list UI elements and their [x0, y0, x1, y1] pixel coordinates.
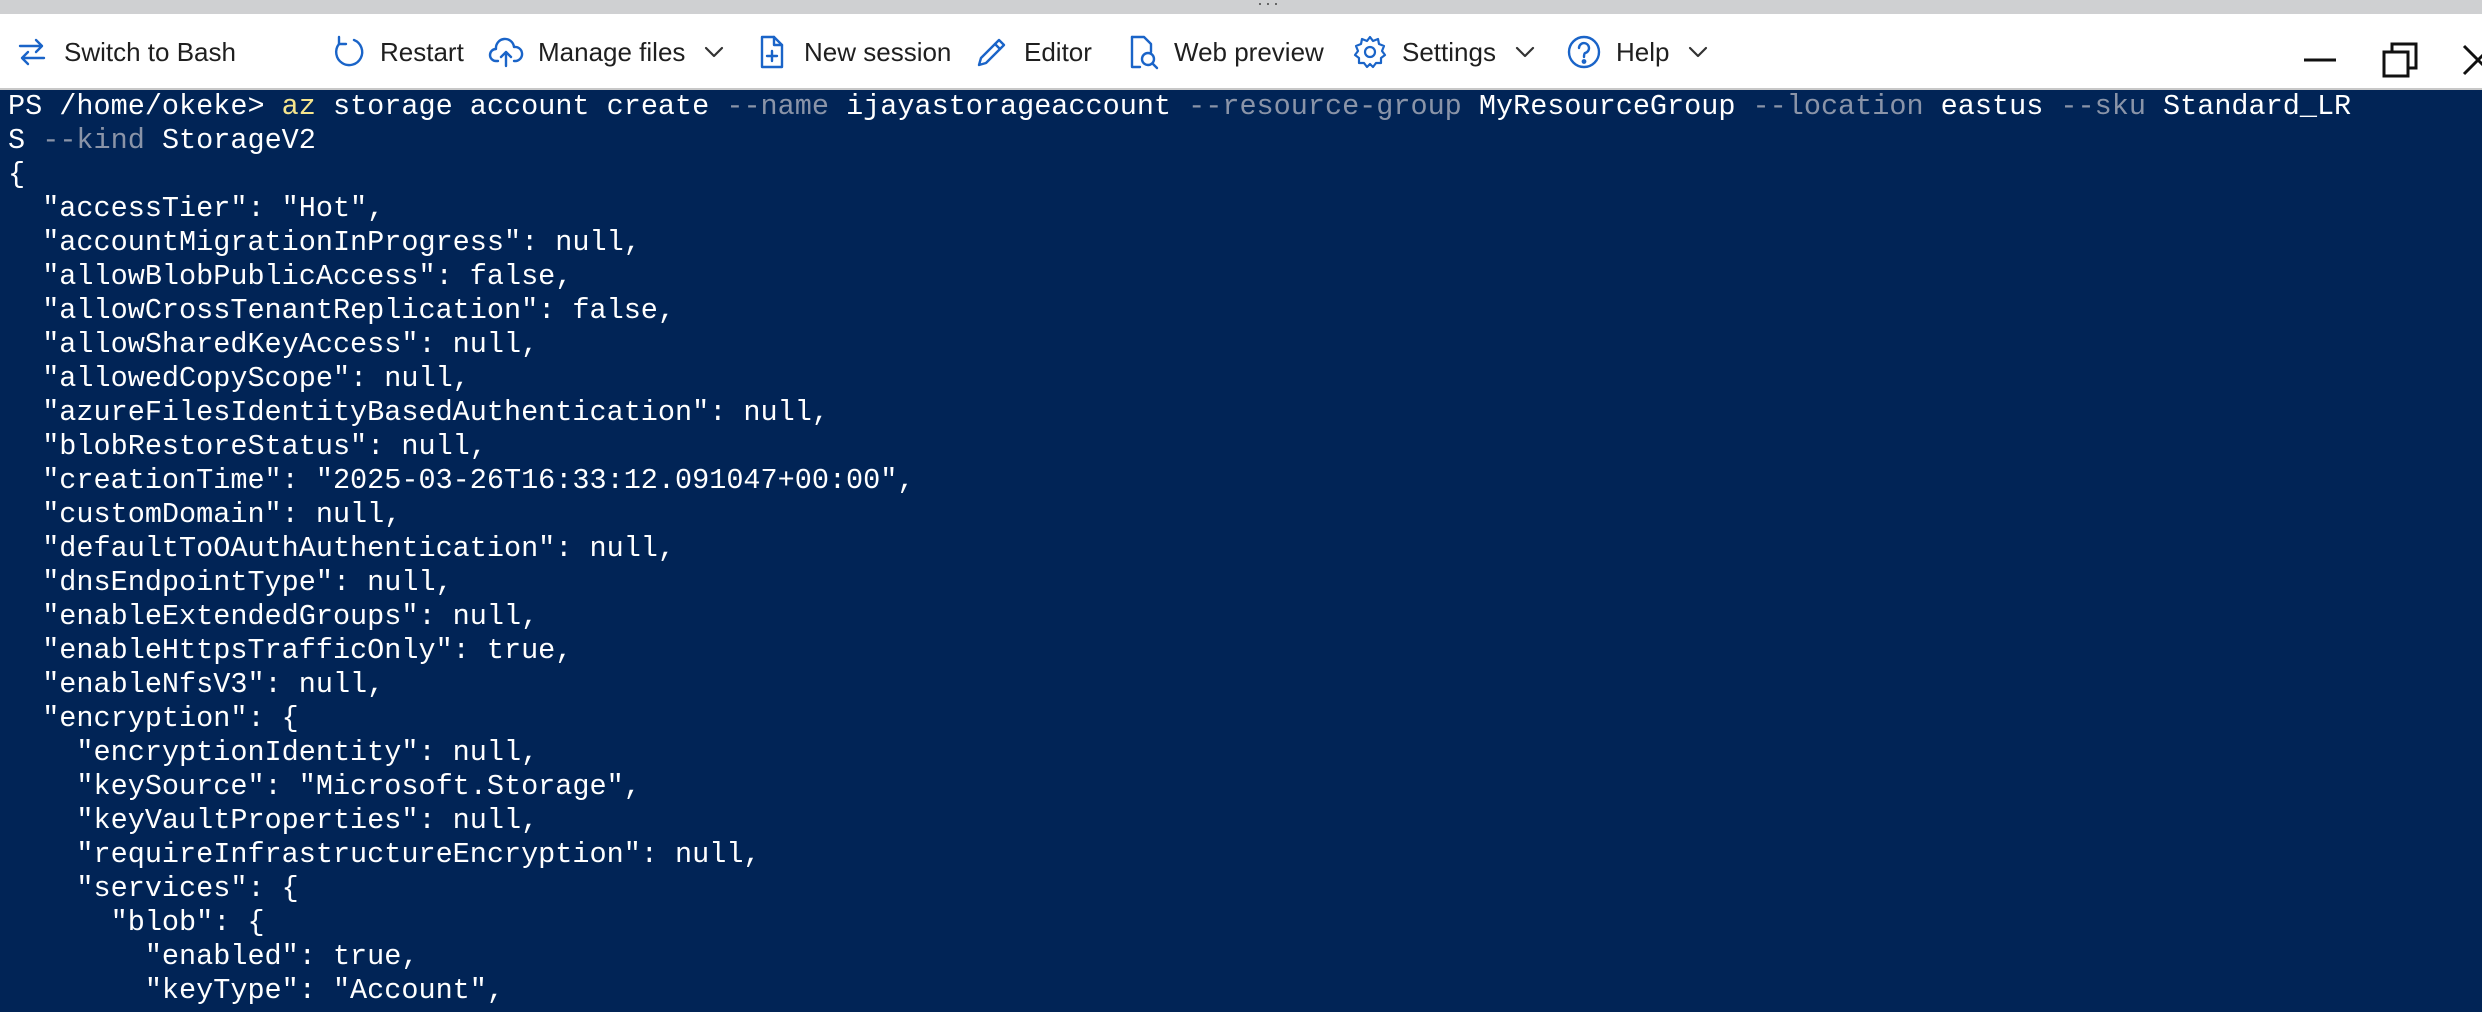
chevron-down-icon [701, 39, 727, 65]
output-line: "allowCrossTenantReplication": false, [8, 294, 676, 327]
output-line: "keyType": "Account", [8, 974, 504, 1007]
command-argument: MyResourceGroup [1461, 90, 1753, 123]
minimize-icon [2304, 58, 2336, 62]
command-argument: S [8, 124, 43, 157]
restart-button[interactable]: Restart [330, 28, 464, 76]
close-icon [2462, 44, 2482, 76]
help-circle-icon [1566, 34, 1602, 70]
output-line: "creationTime": "2025-03-26T16:33:12.091… [8, 464, 915, 497]
restart-label: Restart [380, 36, 464, 67]
output-line: "encryptionIdentity": null, [8, 736, 539, 769]
manage-files-label: Manage files [538, 36, 686, 67]
manage-files-dropdown[interactable]: Manage files [488, 28, 727, 76]
command-parameter: --sku [2060, 90, 2146, 123]
cloud-upload-icon [488, 34, 524, 70]
pen-icon [974, 34, 1010, 70]
output-line: "requireInfrastructureEncryption": null, [8, 838, 761, 871]
command-arguments: storage account create --name ijayastora… [316, 90, 2351, 123]
output-line: "blobRestoreStatus": null, [8, 430, 487, 463]
command-line-wrap: S --kind StorageV2 [8, 124, 2482, 158]
new-file-icon [754, 34, 790, 70]
command-argument: storage account create [315, 90, 727, 123]
command-argument: eastus [1923, 90, 2061, 123]
switch-to-bash-label: Switch to Bash [64, 36, 236, 67]
settings-label: Settings [1402, 36, 1496, 67]
command-parameter: --name [726, 90, 829, 123]
chevron-down-icon [1685, 39, 1711, 65]
switch-arrows-icon [14, 34, 50, 70]
output-line: "accessTier": "Hot", [8, 192, 385, 225]
web-preview-label: Web preview [1174, 36, 1324, 67]
command-parameter: --kind [42, 124, 145, 157]
minimize-button[interactable] [2298, 38, 2342, 82]
terminal-output[interactable]: PS /home/okeke> az storage account creat… [0, 90, 2482, 1012]
new-session-button[interactable]: New session [754, 28, 951, 76]
editor-button[interactable]: Editor [974, 28, 1092, 76]
command-parameter: --resource-group [1188, 90, 1462, 123]
close-button[interactable] [2456, 38, 2482, 82]
output-line: "enabled": true, [8, 940, 419, 973]
output-line: "allowBlobPublicAccess": false, [8, 260, 573, 293]
drag-handle-icon[interactable]: ··· [1254, 0, 1284, 12]
output-line: "enableExtendedGroups": null, [8, 600, 539, 633]
output-line: "accountMigrationInProgress": null, [8, 226, 641, 259]
output-line: "enableHttpsTrafficOnly": true, [8, 634, 573, 667]
output-line: "dnsEndpointType": null, [8, 566, 453, 599]
new-session-label: New session [804, 36, 952, 67]
output-line: "defaultToOAuthAuthentication": null, [8, 532, 676, 565]
settings-dropdown[interactable]: Settings [1352, 28, 1538, 76]
output-line: "keySource": "Microsoft.Storage", [8, 770, 641, 803]
json-output: { "accessTier": "Hot", "accountMigration… [8, 158, 2482, 1008]
cloud-shell-toolbar: Switch to Bash Restart Manage files New … [0, 14, 2482, 90]
command-name: az [281, 90, 316, 123]
editor-label: Editor [1024, 36, 1092, 67]
restore-button[interactable] [2378, 38, 2422, 82]
command-line: PS /home/okeke> az storage account creat… [8, 90, 2482, 124]
output-line: "customDomain": null, [8, 498, 402, 531]
chevron-down-icon [1512, 39, 1538, 65]
gear-icon [1352, 34, 1388, 70]
output-line: "allowedCopyScope": null, [8, 362, 470, 395]
restore-window-icon [2382, 42, 2418, 78]
command-argument: ijayastorageaccount [828, 90, 1189, 123]
output-line: "services": { [8, 872, 299, 905]
prompt-text: PS /home/okeke> [8, 90, 282, 123]
output-line: "allowSharedKeyAccess": null, [8, 328, 539, 361]
output-line: "encryption": { [8, 702, 299, 735]
help-dropdown[interactable]: Help [1566, 28, 1711, 76]
output-line: { [8, 158, 26, 191]
output-line: "keyVaultProperties": null, [8, 804, 539, 837]
window-drag-strip[interactable]: ··· [0, 0, 2482, 14]
output-line: "blob": { [8, 906, 265, 939]
web-preview-button[interactable]: Web preview [1124, 28, 1324, 76]
output-line: "azureFilesIdentityBasedAuthentication":… [8, 396, 829, 429]
output-line: "enableNfsV3": null, [8, 668, 385, 701]
command-argument: StorageV2 [144, 124, 316, 157]
command-argument: Standard_LR [2145, 90, 2352, 123]
web-preview-icon [1124, 34, 1160, 70]
switch-to-bash-button[interactable]: Switch to Bash [14, 28, 236, 76]
restart-icon [330, 34, 366, 70]
command-parameter: --location [1752, 90, 1924, 123]
help-label: Help [1616, 36, 1670, 67]
